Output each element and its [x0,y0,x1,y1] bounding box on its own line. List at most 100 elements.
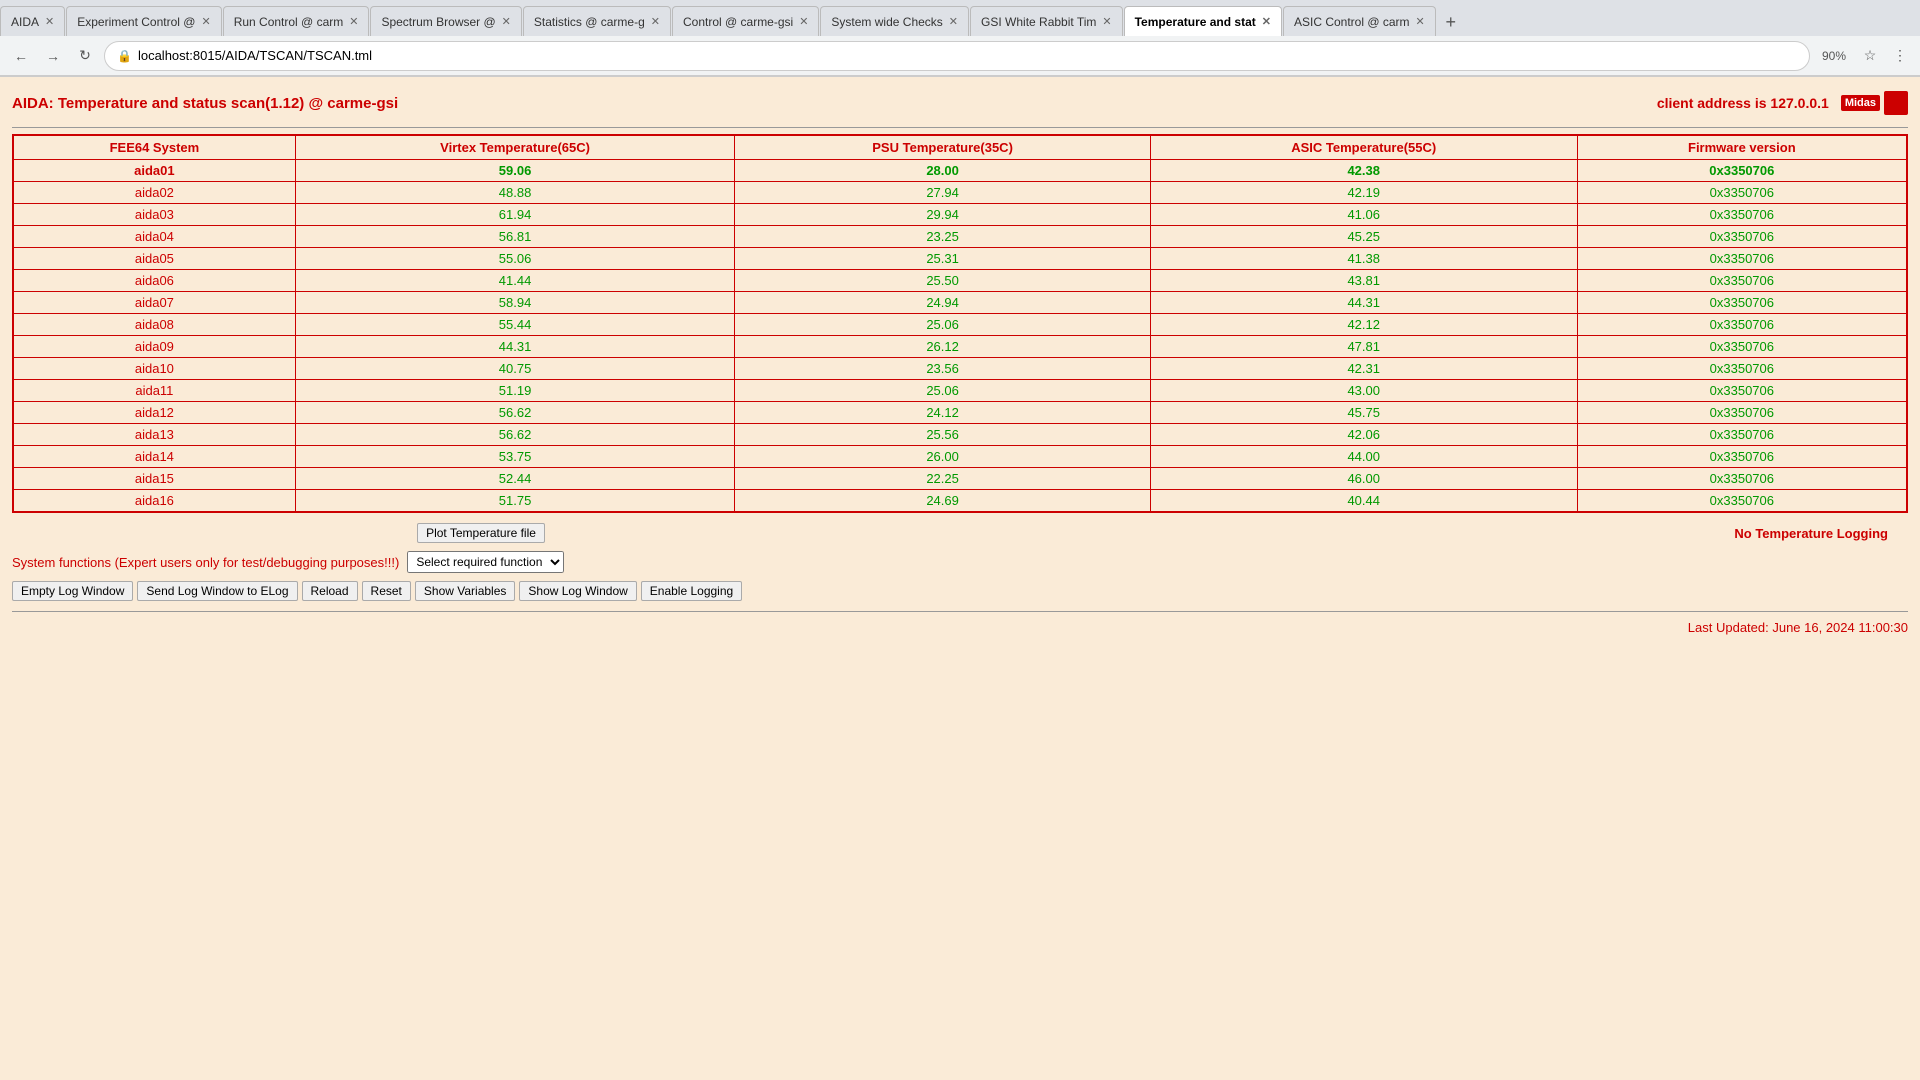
reload-button[interactable]: Reload [302,581,358,601]
tab-experiment-control[interactable]: Experiment Control @ ✕ [66,6,221,36]
table-cell: 0x3350706 [1577,402,1907,424]
table-row: aida1453.7526.0044.000x3350706 [13,446,1907,468]
lock-icon: 🔒 [117,49,132,63]
table-cell: 0x3350706 [1577,160,1907,182]
empty-log-button[interactable]: Empty Log Window [12,581,133,601]
header-divider [12,127,1908,128]
table-cell: 41.06 [1150,204,1577,226]
send-log-button[interactable]: Send Log Window to ELog [137,581,297,601]
tab-label: GSI White Rabbit Tim [981,15,1096,29]
table-cell: 56.81 [295,226,735,248]
show-log-button[interactable]: Show Log Window [519,581,636,601]
enable-logging-button[interactable]: Enable Logging [641,581,742,601]
table-cell: aida03 [13,204,295,226]
new-tab-button[interactable]: + [1437,8,1465,36]
col-header-virtex: Virtex Temperature(65C) [295,135,735,160]
forward-button[interactable]: → [40,43,66,69]
table-cell: 26.00 [735,446,1150,468]
tab-close-icon[interactable]: ✕ [349,15,358,28]
table-cell: 55.44 [295,314,735,336]
plot-temperature-button[interactable]: Plot Temperature file [417,523,545,543]
back-button[interactable]: ← [8,43,34,69]
tab-close-icon[interactable]: ✕ [45,15,54,28]
tab-asic-control[interactable]: ASIC Control @ carm ✕ [1283,6,1436,36]
table-cell: aida10 [13,358,295,380]
table-cell: 52.44 [295,468,735,490]
page-title: AIDA: Temperature and status scan(1.12) … [12,95,398,112]
col-header-psu: PSU Temperature(35C) [735,135,1150,160]
reload-button[interactable]: ↻ [72,43,98,69]
table-cell: 0x3350706 [1577,336,1907,358]
table-cell: 42.31 [1150,358,1577,380]
table-row: aida0159.0628.0042.380x3350706 [13,160,1907,182]
tab-close-icon[interactable]: ✕ [1102,15,1111,28]
tab-close-icon[interactable]: ✕ [502,15,511,28]
table-cell: aida14 [13,446,295,468]
table-cell: 25.06 [735,380,1150,402]
table-cell: 46.00 [1150,468,1577,490]
table-row: aida0456.8123.2545.250x3350706 [13,226,1907,248]
tab-close-icon[interactable]: ✕ [799,15,808,28]
table-cell: 42.06 [1150,424,1577,446]
bottom-divider [12,611,1908,612]
browser-chrome: AIDA ✕ Experiment Control @ ✕ Run Contro… [0,0,1920,77]
table-cell: 45.75 [1150,402,1577,424]
table-cell: 0x3350706 [1577,490,1907,513]
function-select[interactable]: Select required function [407,551,564,573]
tab-close-icon[interactable]: ✕ [1416,15,1425,28]
table-cell: 23.25 [735,226,1150,248]
tab-bar: AIDA ✕ Experiment Control @ ✕ Run Contro… [0,0,1920,36]
table-cell: 51.75 [295,490,735,513]
table-cell: aida06 [13,270,295,292]
table-cell: 0x3350706 [1577,226,1907,248]
tab-statistics[interactable]: Statistics @ carme-g ✕ [523,6,671,36]
table-cell: 58.94 [295,292,735,314]
tab-label: ASIC Control @ carm [1294,15,1410,29]
table-cell: aida15 [13,468,295,490]
buttons-row: Empty Log Window Send Log Window to ELog… [12,581,1908,601]
table-cell: 25.31 [735,248,1150,270]
page-content: AIDA: Temperature and status scan(1.12) … [0,77,1920,677]
client-address: client address is 127.0.0.1 [1657,95,1829,111]
table-row: aida0758.9424.9444.310x3350706 [13,292,1907,314]
tab-control[interactable]: Control @ carme-gsi ✕ [672,6,819,36]
tab-system-checks[interactable]: System wide Checks ✕ [820,6,969,36]
tab-spectrum-browser[interactable]: Spectrum Browser @ ✕ [370,6,521,36]
tab-label: Statistics @ carme-g [534,15,645,29]
tab-close-icon[interactable]: ✕ [651,15,660,28]
table-cell: aida09 [13,336,295,358]
tab-gsi-white-rabbit[interactable]: GSI White Rabbit Tim ✕ [970,6,1123,36]
table-row: aida1151.1925.0643.000x3350706 [13,380,1907,402]
plot-log-row: Plot Temperature file No Temperature Log… [12,523,1908,543]
reset-button[interactable]: Reset [362,581,411,601]
table-cell: 42.38 [1150,160,1577,182]
tab-label: Experiment Control @ [77,15,195,29]
zoom-level: 90% [1816,49,1852,63]
tab-temperature[interactable]: Temperature and stat ✕ [1124,6,1282,36]
show-variables-button[interactable]: Show Variables [415,581,516,601]
tab-run-control[interactable]: Run Control @ carm ✕ [223,6,370,36]
tab-aida[interactable]: AIDA ✕ [0,6,65,36]
table-cell: 44.00 [1150,446,1577,468]
menu-icon[interactable]: ⋮ [1888,44,1912,68]
bookmark-icon[interactable]: ☆ [1858,44,1882,68]
table-cell: 26.12 [735,336,1150,358]
table-row: aida1256.6224.1245.750x3350706 [13,402,1907,424]
table-cell: 25.56 [735,424,1150,446]
table-cell: 23.56 [735,358,1150,380]
table-cell: 0x3350706 [1577,314,1907,336]
tab-close-icon[interactable]: ✕ [949,15,958,28]
table-cell: aida02 [13,182,295,204]
table-cell: 44.31 [295,336,735,358]
table-cell: 0x3350706 [1577,204,1907,226]
no-logging-label: No Temperature Logging [950,526,1908,541]
table-cell: 24.69 [735,490,1150,513]
col-header-system: FEE64 System [13,135,295,160]
table-row: aida0944.3126.1247.810x3350706 [13,336,1907,358]
address-bar[interactable]: 🔒 [104,41,1810,71]
tab-close-icon[interactable]: ✕ [201,15,210,28]
table-cell: aida07 [13,292,295,314]
tab-label: Run Control @ carm [234,15,344,29]
tab-close-icon[interactable]: ✕ [1262,15,1271,28]
url-input[interactable] [138,48,1797,63]
